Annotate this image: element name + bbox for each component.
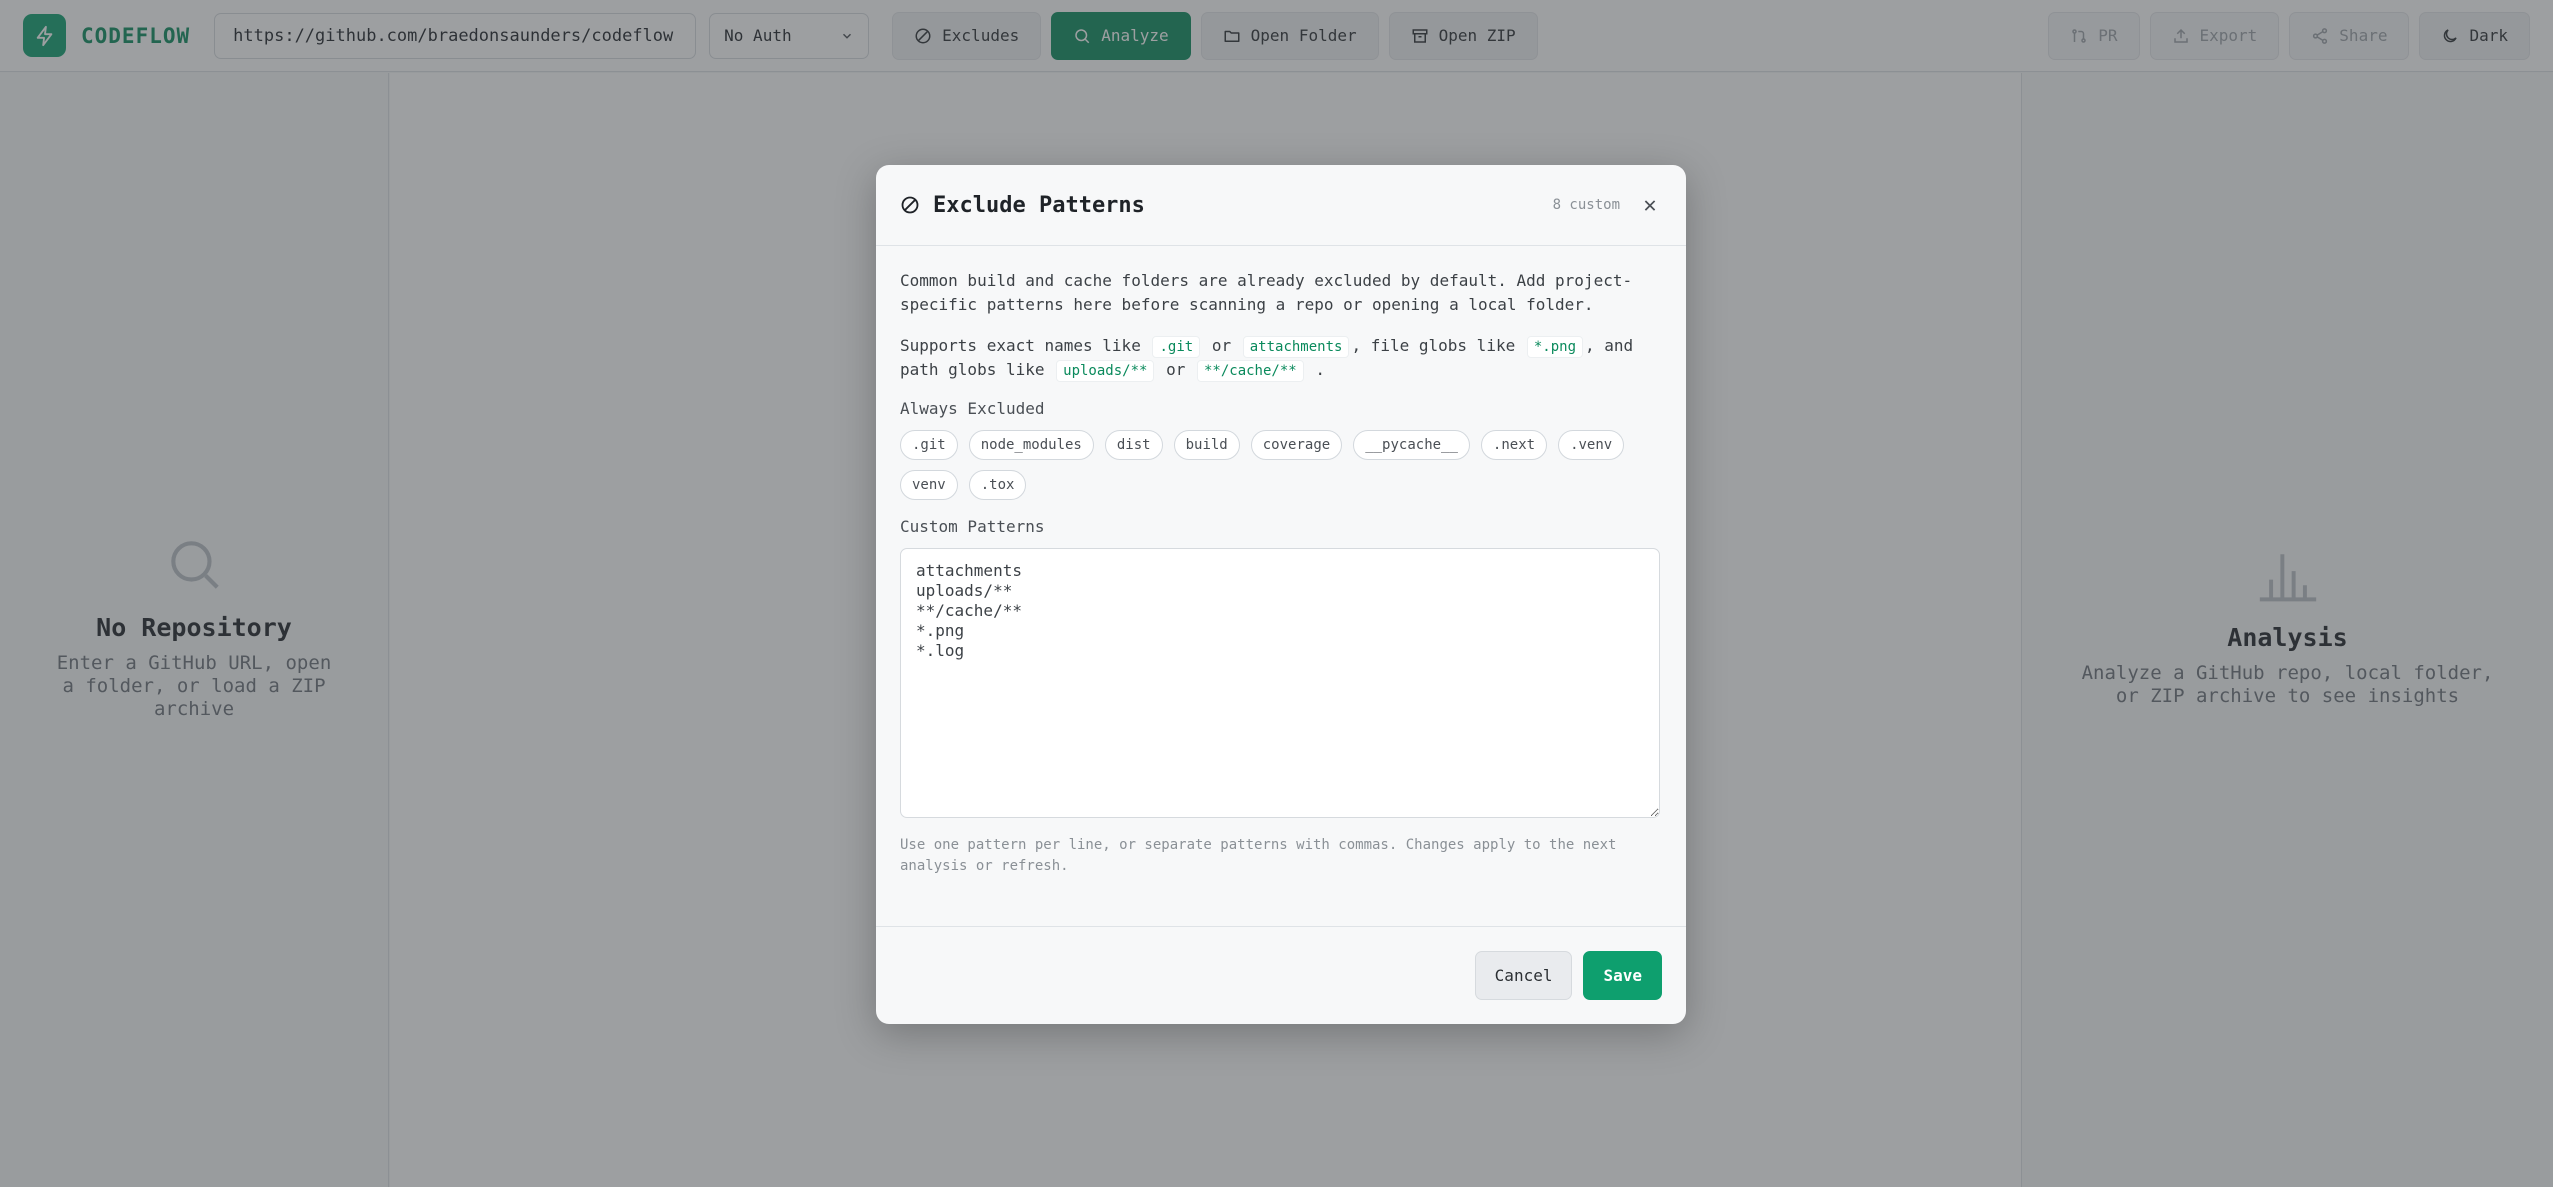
supports-text-part: , file globs like (1351, 336, 1516, 355)
dialog-footer: Cancel Save (876, 926, 1686, 1024)
custom-patterns-textarea[interactable]: attachments uploads/** **/cache/** *.png… (900, 548, 1660, 818)
cancel-button[interactable]: Cancel (1474, 951, 1573, 1000)
always-excluded-label: Always Excluded (900, 399, 1045, 418)
exclude-patterns-dialog: Exclude Patterns 8 custom ✕ Common build… (876, 165, 1686, 1024)
intro-text: Common build and cache folders are alrea… (900, 271, 1633, 314)
custom-count-badge: 8 custom (1552, 197, 1620, 213)
code-example: **/cache/** (1196, 360, 1304, 382)
excluded-chip: node_modules (968, 430, 1094, 460)
excluded-chip: dist (1104, 430, 1163, 460)
dialog-title: Exclude Patterns (933, 192, 1145, 218)
code-example: attachments (1242, 336, 1350, 358)
save-button[interactable]: Save (1583, 951, 1662, 1000)
ban-icon (901, 196, 919, 214)
dialog-body: Common build and cache folders are alrea… (876, 269, 1686, 877)
excluded-chip: __pycache__ (1353, 430, 1470, 460)
code-example: .git (1152, 336, 1201, 358)
supports-text-part: . (1315, 360, 1325, 379)
always-excluded-chips: .git node_modules dist build coverage __… (900, 430, 1660, 500)
excluded-chip: venv (900, 470, 958, 500)
excluded-chip: .venv (1558, 430, 1625, 460)
dialog-header: Exclude Patterns 8 custom ✕ (876, 165, 1686, 246)
supports-text: Supports exact names like .git or attach… (900, 334, 1662, 382)
custom-patterns-label: Custom Patterns (900, 517, 1045, 536)
supports-text-part: Supports exact names like (900, 336, 1141, 355)
patterns-hint: Use one pattern per line, or separate pa… (900, 837, 1617, 874)
supports-text-part: or (1211, 336, 1232, 355)
excluded-chip: .next (1480, 430, 1548, 460)
close-icon[interactable]: ✕ (1638, 193, 1662, 218)
supports-text-part: or (1166, 360, 1186, 379)
excluded-chip: build (1173, 430, 1240, 460)
code-example: uploads/** (1056, 360, 1155, 382)
excluded-chip: .tox (968, 470, 1027, 500)
excluded-chip: coverage (1250, 430, 1343, 460)
code-example: *.png (1526, 336, 1584, 358)
excluded-chip: .git (900, 430, 958, 460)
